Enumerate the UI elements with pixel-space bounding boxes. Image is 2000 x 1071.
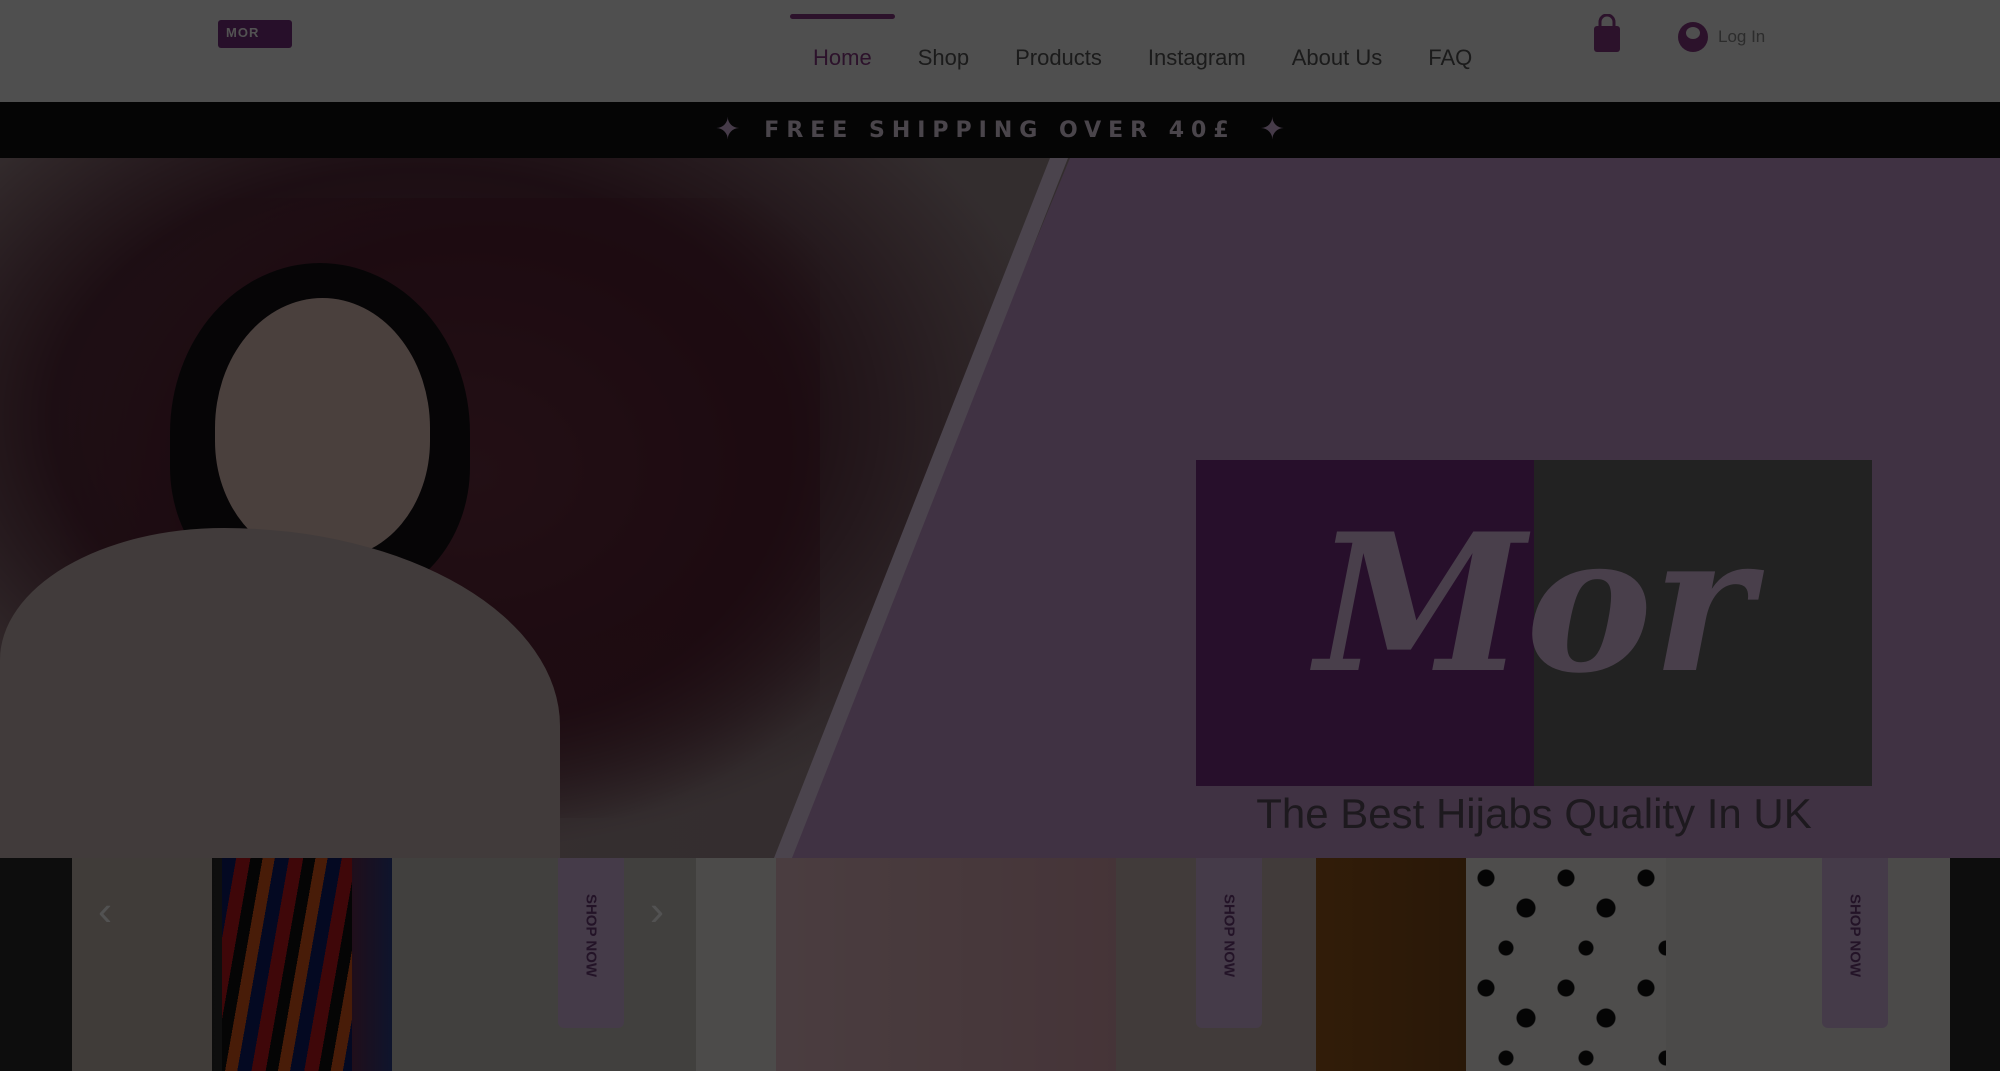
user-avatar-icon[interactable] — [1678, 22, 1708, 52]
site-logo[interactable]: MOR — [218, 20, 292, 48]
site-header: MOR Home Shop Products Instagram About U… — [0, 0, 2000, 102]
nav-instagram[interactable]: Instagram — [1125, 38, 1269, 78]
sparkle-icon: ✦ — [1259, 113, 1285, 146]
shop-now-label: SHOP NOW — [582, 893, 600, 978]
prev-arrow-icon[interactable]: ‹ — [98, 890, 112, 932]
nav-shop[interactable]: Shop — [895, 38, 992, 78]
product-strip: SHOP NOW ‹ › SHOP NOW SHOP NOW — [72, 858, 1950, 1071]
sparkle-icon: ✦ — [715, 113, 741, 146]
promo-bar: ✦ FREE SHIPPING OVER 40£ ✦ — [0, 102, 2000, 158]
brand-logo-box: Mor — [1196, 460, 1872, 786]
next-arrow-icon[interactable]: › — [650, 890, 664, 932]
shop-now-tab[interactable]: SHOP NOW — [1822, 858, 1888, 1028]
brand-script-text: Mor — [1309, 492, 1764, 715]
nav-about-us[interactable]: About Us — [1269, 38, 1406, 78]
shopping-bag-icon[interactable] — [1592, 13, 1622, 54]
nav-products[interactable]: Products — [992, 38, 1125, 78]
product-card[interactable]: SHOP NOW — [1316, 858, 1950, 1071]
login-link[interactable]: Log In — [1718, 27, 1765, 47]
nav-home[interactable]: Home — [790, 14, 895, 78]
hero-tagline: The Best Hijabs Quality In UK — [1256, 790, 1812, 837]
shop-now-tab[interactable]: SHOP NOW — [558, 858, 624, 1028]
promo-text: FREE SHIPPING OVER 40£ — [764, 117, 1236, 143]
shop-now-label: SHOP NOW — [1220, 893, 1238, 978]
main-nav: Home Shop Products Instagram About Us FA… — [790, 14, 1495, 78]
login-area[interactable]: Log In — [1678, 22, 1765, 52]
logo-text: MOR — [226, 25, 260, 40]
product-card[interactable]: SHOP NOW ‹ › — [72, 858, 696, 1071]
hero-photo — [0, 158, 1070, 858]
hero-banner: Mor The Best Hijabs Quality In UK — [0, 158, 2000, 858]
shop-now-label: SHOP NOW — [1846, 893, 1864, 978]
shop-now-tab[interactable]: SHOP NOW — [1196, 858, 1262, 1028]
product-card[interactable]: SHOP NOW — [696, 858, 1316, 1071]
nav-faq[interactable]: FAQ — [1405, 38, 1495, 78]
